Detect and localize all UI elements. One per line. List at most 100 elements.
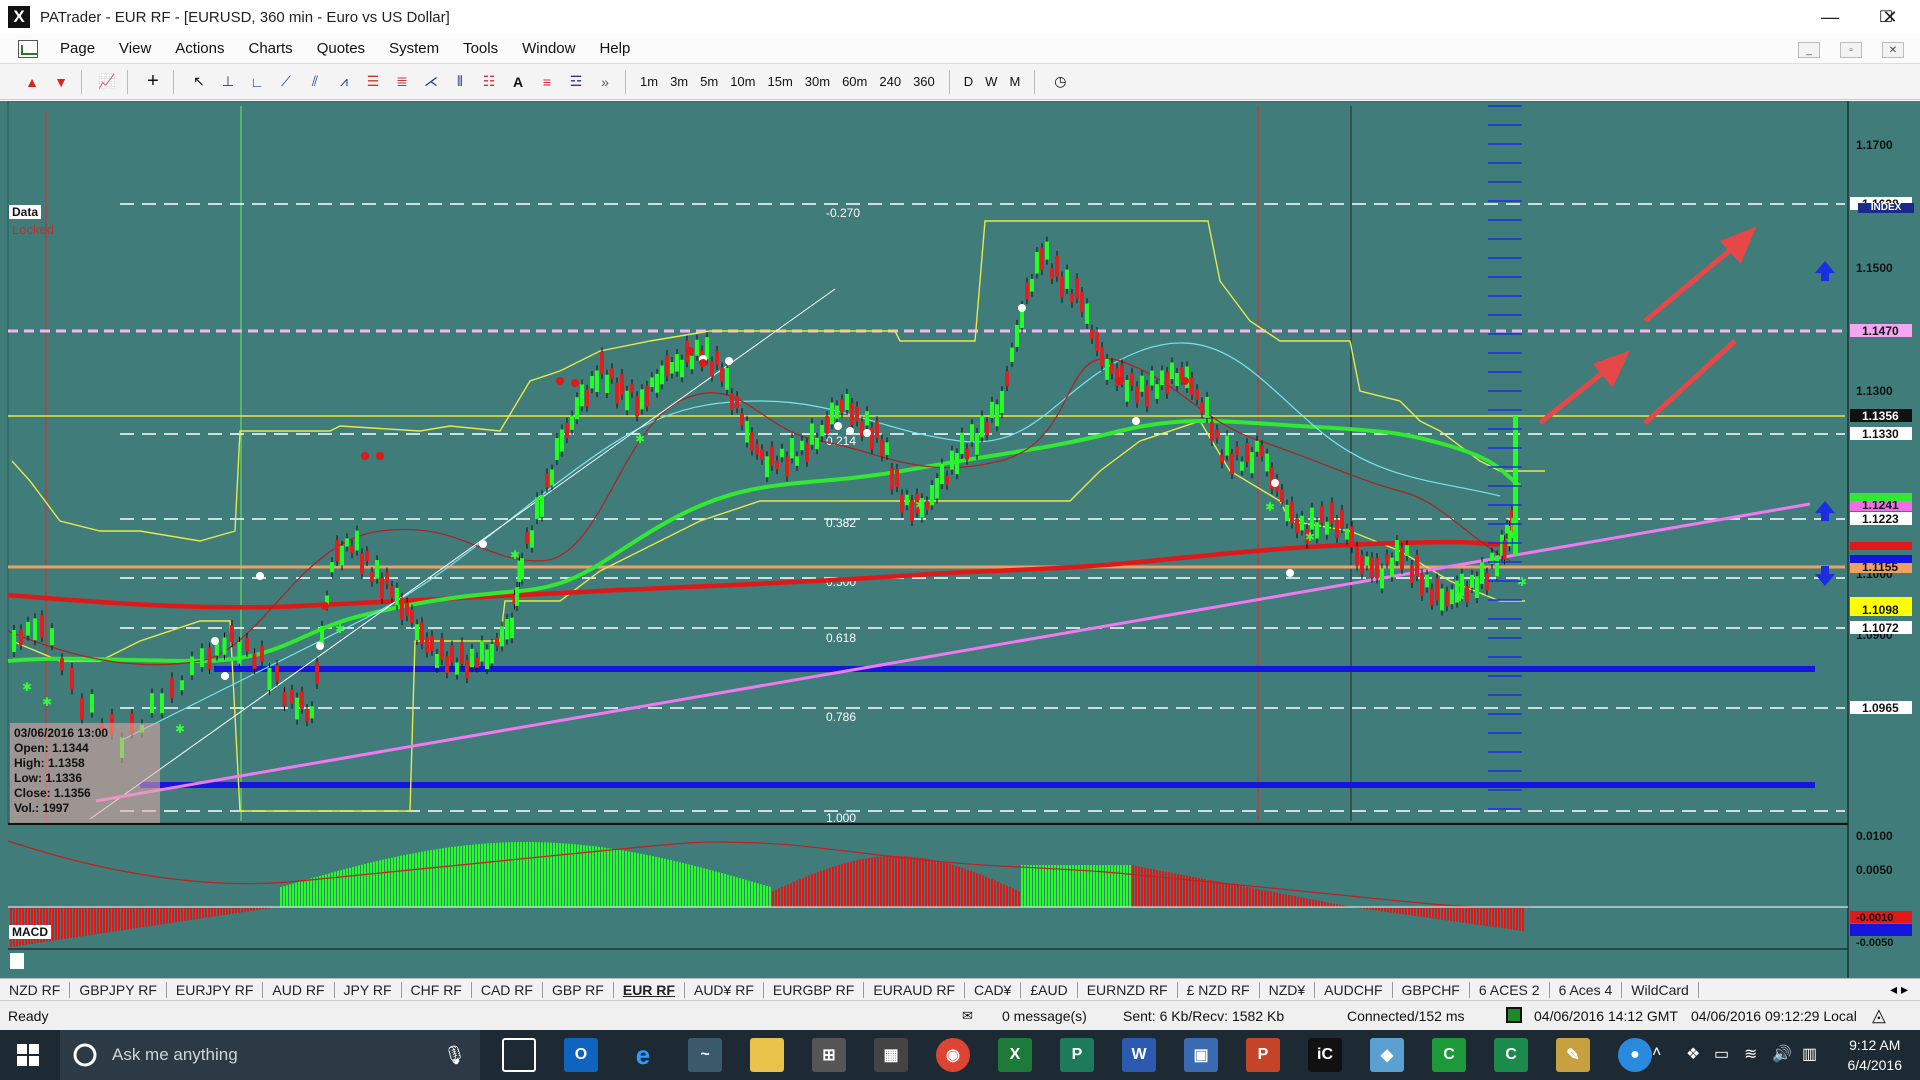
menu-view[interactable]: View	[107, 40, 163, 57]
mdi-minimize-button[interactable]: _	[1798, 42, 1820, 58]
symbol-tab[interactable]: NZD¥	[1260, 981, 1316, 998]
camtasia-recorder-icon[interactable]: C	[1494, 1038, 1528, 1072]
chart-area[interactable]: -0.270 0.214 0.382 0.500 0.618 0.786 1.0…	[0, 101, 1920, 978]
outlook-icon[interactable]: O	[564, 1038, 598, 1072]
symbol-tab[interactable]: AUD¥ RF	[685, 981, 764, 998]
menu-tools[interactable]: Tools	[451, 40, 510, 57]
menu-charts[interactable]: Charts	[237, 40, 305, 57]
symbol-tab[interactable]: JPY RF	[335, 981, 402, 998]
symbol-tab[interactable]: GBPJPY RF	[70, 981, 167, 998]
symbol-tab[interactable]: GBP RF	[543, 981, 614, 998]
envelope-icon[interactable]: ✉	[962, 1008, 973, 1024]
battery-icon[interactable]: ▭	[1714, 1044, 1729, 1064]
symbol-tab[interactable]: EURAUD RF	[864, 981, 965, 998]
cycle-lines-icon[interactable]: ⦀	[448, 70, 472, 94]
chart-menu-icon[interactable]	[18, 39, 38, 58]
powerpoint-icon[interactable]: P	[1246, 1038, 1280, 1072]
fibonacci-extension-icon[interactable]: ≣	[390, 70, 414, 94]
notes-icon[interactable]: ◆	[1370, 1038, 1404, 1072]
close-button[interactable]: ✕	[1862, 0, 1918, 34]
horizontal-line-icon[interactable]: ⊥	[216, 70, 240, 94]
symbol-tab[interactable]: EUR RF	[614, 981, 685, 998]
symbol-tab[interactable]: 6 Aces 4	[1550, 981, 1623, 998]
more-tools-icon[interactable]: »	[593, 70, 617, 94]
timeframe-3m[interactable]: 3m	[664, 74, 694, 89]
symbol-tab[interactable]: 6 ACES 2	[1470, 981, 1550, 998]
trend-line-icon[interactable]: ⟋	[274, 70, 298, 94]
symbol-tab[interactable]: GBPCHF	[1393, 981, 1470, 998]
period-weekly[interactable]: W	[979, 74, 1003, 89]
price-chart[interactable]: -0.270 0.214 0.382 0.500 0.618 0.786 1.0…	[0, 101, 1920, 978]
timeframe-5m[interactable]: 5m	[694, 74, 724, 89]
vertical-line-icon[interactable]: ∟	[245, 70, 269, 94]
timeframe-15m[interactable]: 15m	[761, 74, 798, 89]
symbol-tab[interactable]: EURNZD RF	[1078, 981, 1178, 998]
price-label-icon[interactable]: ≡	[535, 70, 559, 94]
sell-order-icon[interactable]: ▲	[20, 70, 44, 94]
microphone-icon[interactable]: 🎙	[443, 1045, 466, 1066]
status-messages[interactable]: 0 message(s)	[1002, 1008, 1087, 1024]
new-chart-icon[interactable]: 📈	[95, 70, 119, 94]
period-monthly[interactable]: M	[1003, 74, 1026, 89]
volume-icon[interactable]: 🔊	[1772, 1044, 1792, 1064]
clock-icon[interactable]: ◷	[1048, 70, 1072, 94]
crosshair-icon[interactable]: +	[141, 70, 165, 94]
ic-markets-icon[interactable]: iC	[1308, 1038, 1342, 1072]
menu-quotes[interactable]: Quotes	[305, 40, 377, 57]
excel-icon[interactable]: X	[998, 1038, 1032, 1072]
timeframe-1m[interactable]: 1m	[634, 74, 664, 89]
camtasia-icon[interactable]: C	[1432, 1038, 1466, 1072]
zoom-icon[interactable]: ●	[1618, 1038, 1652, 1072]
keyboard-icon[interactable]: ▥	[1802, 1044, 1817, 1064]
symbol-tab[interactable]: £ NZD RF	[1178, 981, 1260, 998]
mdi-close-button[interactable]: ✕	[1882, 42, 1904, 58]
speed-lines-icon[interactable]: ☷	[477, 70, 501, 94]
store-icon[interactable]: ⊞	[812, 1038, 846, 1072]
tab-scroll-icon[interactable]: ◂ ▸	[1890, 981, 1920, 998]
pointer-icon[interactable]: ↖	[187, 70, 211, 94]
symbol-tab[interactable]: CAD RF	[472, 981, 543, 998]
task-view-icon[interactable]	[502, 1038, 536, 1072]
file-explorer-icon[interactable]	[750, 1038, 784, 1072]
clock[interactable]: 9:12 AM 6/4/2016	[1848, 1035, 1903, 1075]
symbol-tab[interactable]: EURJPY RF	[167, 981, 264, 998]
channel-icon[interactable]: ⫽	[303, 70, 327, 94]
symbol-tab[interactable]: £AUD	[1021, 981, 1078, 998]
minimize-button[interactable]: —	[1802, 0, 1858, 34]
start-button[interactable]	[0, 1030, 56, 1080]
tray-chevron-icon[interactable]: ˄	[1652, 1044, 1661, 1062]
period-daily[interactable]: D	[958, 74, 979, 89]
patrader-icon[interactable]: ~	[688, 1038, 722, 1072]
timeframe-360[interactable]: 360	[907, 74, 941, 89]
word-icon[interactable]: W	[1122, 1038, 1156, 1072]
text-tool-icon[interactable]: A	[506, 70, 530, 94]
menu-system[interactable]: System	[377, 40, 451, 57]
symbol-tab[interactable]: WildCard	[1622, 981, 1699, 998]
menu-page[interactable]: Page	[48, 40, 107, 57]
menu-actions[interactable]: Actions	[163, 40, 236, 57]
fibonacci-retracement-icon[interactable]: ☰	[361, 70, 385, 94]
wifi-icon[interactable]: ≋	[1744, 1044, 1757, 1064]
fibonacci-fan-icon[interactable]: ⩘	[332, 70, 356, 94]
symbol-tab[interactable]: AUD RF	[263, 981, 335, 998]
mdi-restore-button[interactable]: ▫	[1840, 42, 1862, 58]
network-icon[interactable]: ▣	[1184, 1038, 1218, 1072]
timeframe-240[interactable]: 240	[873, 74, 907, 89]
dropbox-icon[interactable]: ❖	[1686, 1044, 1700, 1064]
symbol-tab[interactable]: NZD RF	[0, 981, 71, 998]
menu-help[interactable]: Help	[587, 40, 642, 57]
search-box[interactable]: Ask me anything 🎙	[60, 1030, 480, 1080]
chrome-icon[interactable]: ◉	[936, 1038, 970, 1072]
calculator-icon[interactable]: ▦	[874, 1038, 908, 1072]
symbol-tab[interactable]: EURGBP RF	[764, 981, 865, 998]
symbol-tab[interactable]: AUDCHF	[1315, 981, 1393, 998]
gann-fan-icon[interactable]: ⋌	[419, 70, 443, 94]
buy-order-icon[interactable]: ▼	[49, 70, 73, 94]
resize-grip-icon[interactable]: ◬	[1872, 1005, 1886, 1026]
project-icon[interactable]: P	[1060, 1038, 1094, 1072]
symbol-tab[interactable]: CAD¥	[965, 981, 1022, 998]
levels-icon[interactable]: ☲	[564, 70, 588, 94]
timeframe-30m[interactable]: 30m	[799, 74, 836, 89]
menu-window[interactable]: Window	[510, 40, 587, 57]
timeframe-60m[interactable]: 60m	[836, 74, 873, 89]
